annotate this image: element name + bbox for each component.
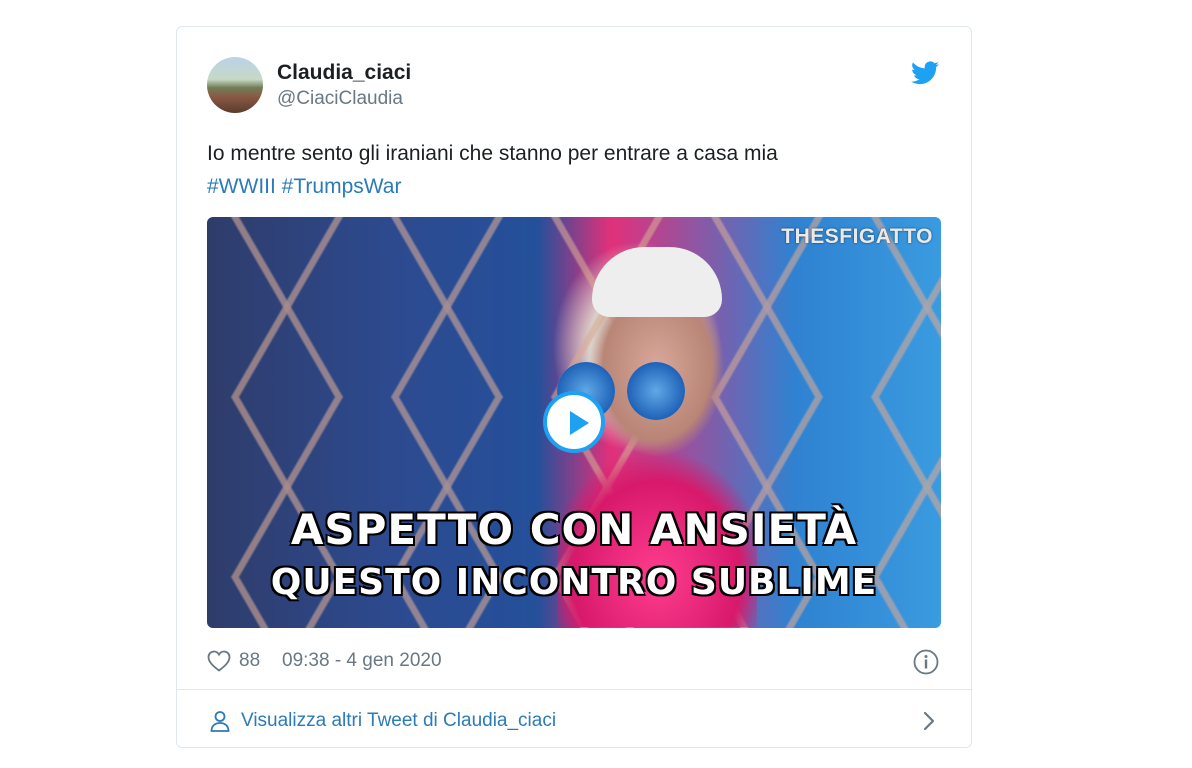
user-handle[interactable]: @CiaciClaudia <box>277 87 411 111</box>
play-icon <box>570 411 589 435</box>
tweet-text: Io mentre sento gli iraniani che stanno … <box>207 137 947 203</box>
play-button[interactable] <box>543 391 605 453</box>
timestamp[interactable]: 09:38 - 4 gen 2020 <box>282 647 442 675</box>
avatar[interactable] <box>207 57 263 113</box>
chevron-right-icon[interactable] <box>921 710 937 732</box>
media-gif[interactable]: THESFIGATTO ASPETTO CON ANSIETÀ QUESTO I… <box>207 217 941 628</box>
tweet-body: Io mentre sento gli iraniani che stanno … <box>207 142 778 165</box>
more-tweets-label[interactable]: Visualizza altri Tweet di Claudia_ciaci <box>241 707 556 735</box>
hashtag-link[interactable]: #TrumpsWar <box>282 175 402 198</box>
more-tweets-link[interactable]: Visualizza altri Tweet di Claudia_ciaci <box>207 705 941 737</box>
twitter-bird-icon[interactable] <box>911 61 939 85</box>
media-watermark: THESFIGATTO <box>781 225 933 248</box>
info-icon[interactable] <box>913 649 939 675</box>
divider <box>177 689 971 690</box>
hashtag-link[interactable]: #WWIII <box>207 175 276 198</box>
media-caption-line1: ASPETTO CON ANSIETÀ <box>290 505 858 554</box>
heart-icon[interactable] <box>207 650 231 672</box>
tweet-header: Claudia_ciaci @CiaciClaudia <box>207 57 941 113</box>
like-count[interactable]: 88 <box>239 647 260 675</box>
media-glasses-right <box>627 362 685 420</box>
tweet-footer: 88 09:38 - 4 gen 2020 <box>207 647 941 677</box>
media-caption-line2: QUESTO INCONTRO SUBLIME <box>270 562 878 603</box>
person-icon <box>210 711 230 732</box>
tweet-card: Claudia_ciaci @CiaciClaudia Io mentre se… <box>176 26 972 748</box>
author-block[interactable]: Claudia_ciaci @CiaciClaudia <box>277 60 411 111</box>
display-name[interactable]: Claudia_ciaci <box>277 60 411 86</box>
